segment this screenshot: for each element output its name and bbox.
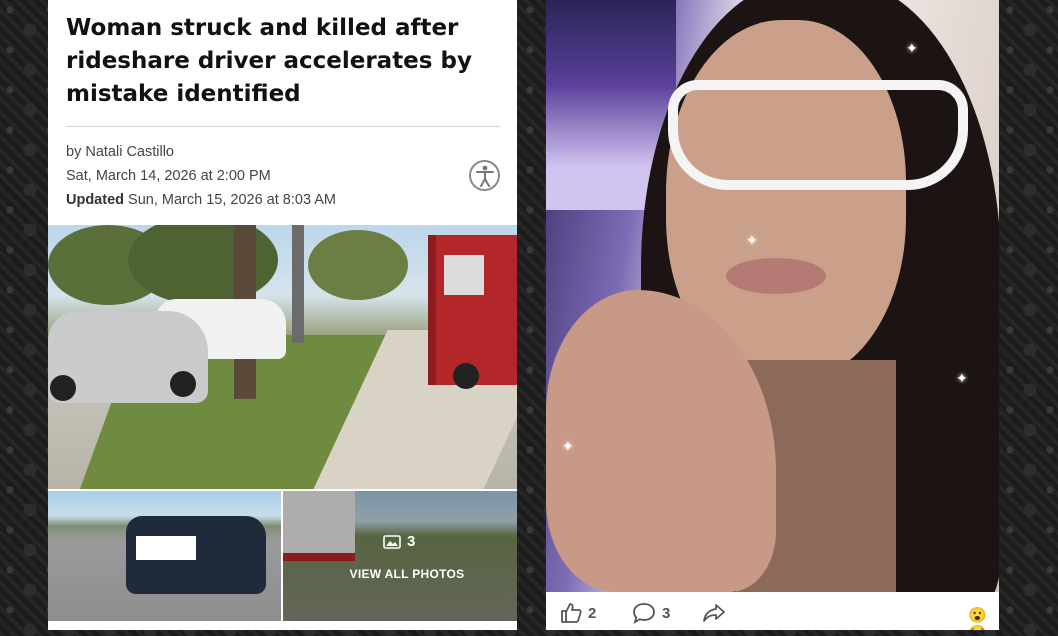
post-reaction-bar: 2 3 😮😂: [546, 596, 999, 630]
photo-thumbnail-police-car[interactable]: [48, 491, 281, 621]
article-hero-photo[interactable]: [48, 225, 517, 489]
share-arrow-icon: [703, 604, 725, 622]
article-published-date: Sat, March 14, 2026 at 2:00 PM: [66, 168, 271, 184]
like-count: 2: [588, 604, 597, 622]
comment-count: 3: [662, 604, 671, 622]
photo-count-value: 3: [407, 533, 416, 550]
accessibility-icon: [476, 165, 494, 187]
updated-label: Updated: [66, 192, 124, 208]
comment-bubble-icon: [633, 603, 655, 624]
social-post-panel: ✦ ✦ ✦ ✦ 2 3 😮😂: [546, 0, 999, 630]
article-headline[interactable]: Woman struck and killed after rideshare …: [66, 12, 506, 111]
post-photo[interactable]: ✦ ✦ ✦ ✦: [546, 0, 999, 592]
header-divider: [66, 126, 500, 127]
like-button[interactable]: 2: [560, 602, 596, 624]
updated-timestamp: Sun, March 15, 2026 at 8:03 AM: [128, 192, 336, 208]
news-article-panel: Woman struck and killed after rideshare …: [48, 0, 517, 630]
photo-thumbnail-row: 3 VIEW ALL PHOTOS: [48, 491, 517, 621]
accessibility-button[interactable]: [469, 160, 500, 191]
article-byline[interactable]: by Natali Castillo: [66, 144, 466, 160]
gallery-icon: [383, 534, 401, 549]
comment-button[interactable]: 3: [632, 602, 670, 624]
reaction-emoji-stack[interactable]: 😮😂: [968, 606, 999, 630]
view-all-photos-link[interactable]: VIEW ALL PHOTOS: [347, 567, 467, 581]
article-updated-date: Updated Sun, March 15, 2026 at 8:03 AM: [66, 192, 466, 208]
thumbs-up-icon: [561, 603, 582, 623]
share-button[interactable]: [702, 602, 726, 624]
photo-thumbnail-view-all[interactable]: 3 VIEW ALL PHOTOS: [283, 491, 517, 621]
photo-count: 3: [383, 533, 415, 550]
